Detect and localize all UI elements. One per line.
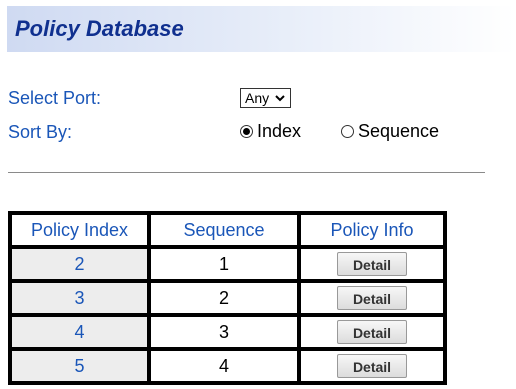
title-bar: Policy Database [7,6,516,52]
port-select-value: Any [245,90,270,106]
detail-button[interactable]: Detail [337,354,407,378]
policy-index-cell: 3 [10,281,149,315]
sort-sequence-label: Sequence [358,121,440,141]
sort-sequence-radio[interactable]: Sequence [341,121,439,142]
policy-index-cell: 5 [10,349,149,383]
detail-button[interactable]: Detail [337,320,407,344]
table-row: 5 4 Detail [10,349,445,383]
sequence-cell: 1 [149,247,299,281]
policy-table: Policy Index Sequence Policy Info 2 1 De… [8,211,447,385]
table-row: 4 3 Detail [10,315,445,349]
sequence-cell: 3 [149,315,299,349]
policy-info-cell: Detail [299,315,445,349]
policy-info-cell: Detail [299,349,445,383]
divider [8,172,485,173]
table-header-row: Policy Index Sequence Policy Info [10,213,445,247]
chevron-down-icon [275,95,285,102]
table-row: 3 2 Detail [10,281,445,315]
sequence-cell: 2 [149,281,299,315]
header-policy-index: Policy Index [10,213,149,247]
sequence-cell: 4 [149,349,299,383]
sort-by-label: Sort By: [8,122,73,142]
detail-button[interactable]: Detail [337,286,407,310]
sort-index-label: Index [257,121,302,141]
header-sequence: Sequence [149,213,299,247]
policy-info-cell: Detail [299,247,445,281]
policy-index-cell: 2 [10,247,149,281]
policy-index-cell: 4 [10,315,149,349]
radio-unchecked-icon [341,125,354,138]
table-row: 2 1 Detail [10,247,445,281]
radio-checked-icon [240,125,253,138]
port-select[interactable]: Any [240,88,292,108]
header-policy-info: Policy Info [299,213,445,247]
policy-info-cell: Detail [299,281,445,315]
detail-button[interactable]: Detail [337,252,407,276]
select-port-label: Select Port: [8,88,102,108]
sort-index-radio[interactable]: Index [240,121,301,142]
page-title: Policy Database [15,16,184,41]
